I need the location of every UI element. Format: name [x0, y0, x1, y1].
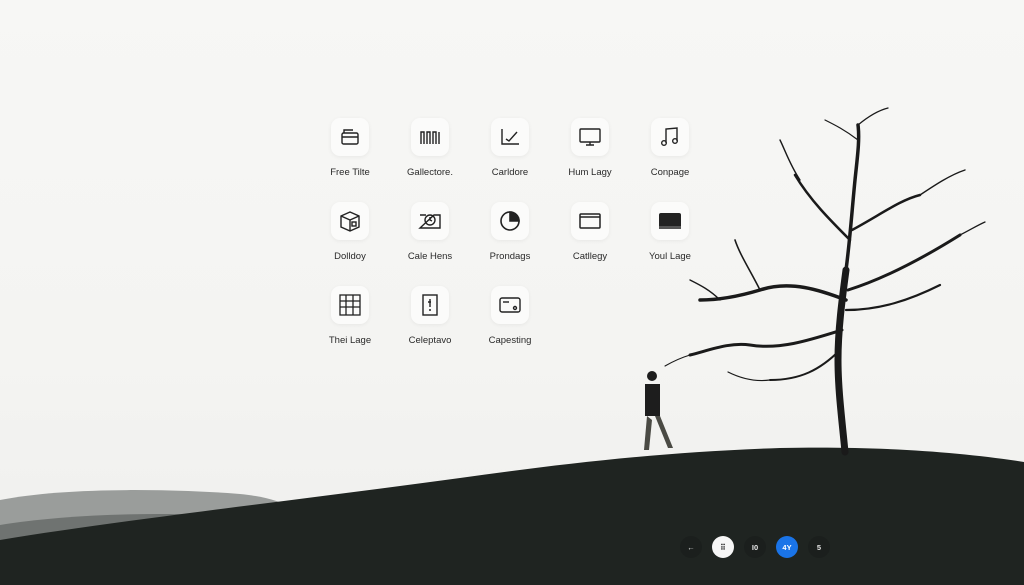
app-label: Conpage [650, 167, 690, 178]
app-tile [411, 118, 449, 156]
back-arrow-icon: ← [687, 542, 695, 552]
app-conpage[interactable]: Conpage [630, 118, 710, 178]
page-button-i0[interactable]: I0 [744, 536, 766, 558]
window-icon [579, 213, 601, 229]
app-label: Hum Lagy [568, 167, 612, 178]
music-note-icon [660, 127, 678, 147]
app-label: Prondags [489, 251, 531, 262]
app-carldore[interactable]: Carldore [470, 118, 550, 178]
app-tile [331, 118, 369, 156]
grid-button[interactable]: ⠿ [712, 536, 734, 558]
page-button-label: 4Y [782, 542, 792, 552]
app-grid: Free Tilte Gallectore. Carldore Hum Lagy [310, 118, 710, 346]
tree [664, 107, 986, 456]
dark-panel-icon [659, 213, 681, 229]
chart-check-icon [501, 129, 519, 145]
app-tile [651, 202, 689, 240]
app-label: Free Tilte [330, 167, 370, 178]
calendar-grid-icon [339, 294, 361, 316]
app-label: Youl Lage [649, 251, 691, 262]
app-tile [411, 286, 449, 324]
app-youl-lage[interactable]: Youl Lage [630, 202, 710, 262]
app-gallectore[interactable]: Gallectore. [390, 118, 470, 178]
app-tile [331, 286, 369, 324]
waveform-icon [420, 131, 440, 144]
page-button-label: I0 [751, 542, 759, 552]
app-tile [491, 202, 529, 240]
app-celeptavo[interactable]: Celeptavo [390, 286, 470, 346]
grid-dots-icon: ⠿ [720, 542, 726, 552]
page-button-5[interactable]: 5 [808, 536, 830, 558]
pie-chart-icon [500, 211, 520, 231]
back-button[interactable]: ← [680, 536, 702, 558]
app-tile [571, 202, 609, 240]
cooking-pot-icon [341, 129, 359, 145]
page-button-4y-active[interactable]: 4Y [776, 536, 798, 558]
app-free-tilte[interactable]: Free Tilte [310, 118, 390, 178]
app-tile [651, 118, 689, 156]
app-label: Cale Hens [407, 251, 453, 262]
app-label: Celeptavo [408, 335, 452, 346]
app-tile [571, 118, 609, 156]
app-hum-lagy[interactable]: Hum Lagy [550, 118, 630, 178]
app-label: Catllegy [572, 251, 608, 262]
app-prondags[interactable]: Prondags [470, 202, 550, 262]
app-cale-hens[interactable]: Cale Hens [390, 202, 470, 262]
document-icon [422, 294, 438, 316]
app-tile [491, 286, 529, 324]
app-catllegy[interactable]: Catllegy [550, 202, 630, 262]
walking-person [644, 371, 673, 450]
page-dock: ← ⠿ I0 4Y 5 [680, 536, 830, 558]
box-icon [340, 211, 360, 232]
page-button-label: 5 [816, 542, 822, 552]
monitor-icon [579, 128, 601, 146]
app-label: Thei Lage [328, 335, 372, 346]
app-tile [411, 202, 449, 240]
app-label: Capesting [488, 335, 532, 346]
card-icon [499, 297, 521, 313]
app-label: Dolldoy [334, 251, 366, 262]
app-tile [331, 202, 369, 240]
clock-frame-icon [418, 214, 441, 229]
app-dolldoy[interactable]: Dolldoy [310, 202, 390, 262]
app-label: Gallectore. [407, 167, 453, 178]
app-tile [491, 118, 529, 156]
app-thei-lage[interactable]: Thei Lage [310, 286, 390, 346]
app-label: Carldore [491, 167, 529, 178]
app-capesting[interactable]: Capesting [470, 286, 550, 346]
